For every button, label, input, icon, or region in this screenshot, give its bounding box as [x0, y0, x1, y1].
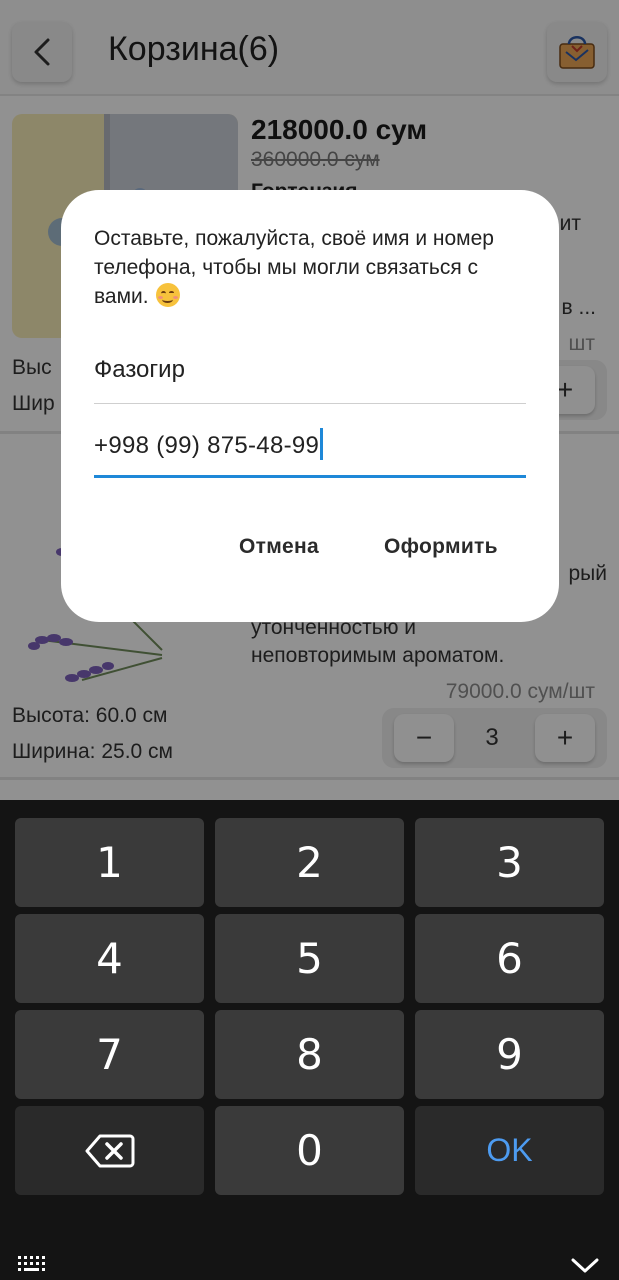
contact-dialog: Оставьте, пожалуйста, своё имя и номер т…	[61, 190, 559, 622]
key-3[interactable]: 3	[415, 818, 604, 907]
chevron-down-icon[interactable]	[570, 1256, 600, 1274]
phone-input-value: +998 (99) 875-48-99	[94, 432, 320, 459]
smiling-face-emoji-icon	[156, 283, 181, 307]
key-4[interactable]: 4	[15, 914, 204, 1003]
key-7[interactable]: 7	[15, 1010, 204, 1099]
key-0[interactable]: 0	[215, 1106, 404, 1195]
key-5[interactable]: 5	[215, 914, 404, 1003]
submit-order-button[interactable]: Оформить	[384, 535, 498, 559]
numeric-keyboard: 1 2 3 4 5 6 7 8 9 0 OK	[0, 800, 619, 1280]
keyboard-grid-icon[interactable]	[18, 1256, 50, 1276]
key-9[interactable]: 9	[415, 1010, 604, 1099]
key-6[interactable]: 6	[415, 914, 604, 1003]
text-caret	[320, 428, 324, 460]
cancel-button[interactable]: Отмена	[239, 535, 319, 559]
backspace-icon	[85, 1134, 134, 1167]
key-2[interactable]: 2	[215, 818, 404, 907]
backspace-key[interactable]	[15, 1106, 204, 1195]
ok-key[interactable]: OK	[415, 1106, 604, 1195]
key-1[interactable]: 1	[15, 818, 204, 907]
key-8[interactable]: 8	[215, 1010, 404, 1099]
dialog-message: Оставьте, пожалуйста, своё имя и номер т…	[94, 224, 534, 311]
dialog-message-text: Оставьте, пожалуйста, своё имя и номер т…	[94, 227, 494, 308]
phone-input[interactable]: +998 (99) 875-48-99	[94, 418, 526, 478]
name-input[interactable]: Фазогир	[94, 348, 526, 404]
